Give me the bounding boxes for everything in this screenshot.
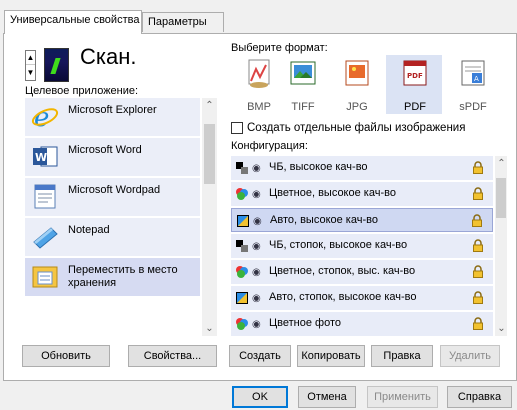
- ok-button[interactable]: OK: [232, 386, 288, 408]
- scan-spinner[interactable]: ▲ ▼: [25, 50, 36, 81]
- separate-files-label: Создать отдельные файлы изображения: [247, 122, 466, 134]
- eye-icon: ◉: [252, 267, 261, 278]
- copy-button[interactable]: Копировать: [297, 345, 365, 367]
- eye-icon: ◉: [252, 319, 261, 330]
- delete-button[interactable]: Удалить: [440, 345, 500, 367]
- bw-icon: [236, 162, 248, 174]
- config-item[interactable]: ◉ Цветное, стопок, выс. кач-во: [231, 260, 493, 284]
- eye-icon: ◉: [252, 163, 261, 174]
- apply-button[interactable]: Применить: [367, 386, 438, 408]
- scroll-down-icon[interactable]: ⌄: [494, 323, 509, 334]
- app-item-label: Microsoft Explorer: [68, 104, 157, 116]
- eye-icon: ◉: [252, 241, 261, 252]
- lock-icon: [473, 161, 483, 174]
- app-list-scrollbar[interactable]: ⌃ ⌄: [202, 98, 217, 336]
- config-item-label: ЧБ, стопок, высокое кач-во: [269, 239, 408, 251]
- app-list-scroll-thumb[interactable]: [204, 124, 215, 184]
- target-app-list[interactable]: e Microsoft Explorer W Microsoft Word Mi…: [25, 98, 217, 336]
- scroll-down-icon[interactable]: ⌄: [202, 323, 217, 334]
- svg-text:PDF: PDF: [407, 72, 423, 80]
- format-pdf-label: PDF: [404, 101, 426, 113]
- app-item-label: Переместить в место хранения: [68, 264, 178, 289]
- config-item-label: Цветное, высокое кач-во: [269, 187, 396, 199]
- color-icon: [236, 188, 248, 200]
- spdf-format-icon[interactable]: A: [456, 57, 490, 91]
- config-item[interactable]: ◉ Авто, высокое кач-во: [231, 208, 493, 232]
- scan-button-icon: [44, 48, 69, 82]
- scroll-up-icon[interactable]: ⌃: [494, 158, 509, 169]
- format-jpg-label: JPG: [346, 101, 368, 113]
- color-icon: [236, 318, 248, 330]
- app-item-word[interactable]: W Microsoft Word: [25, 138, 200, 176]
- config-item-label: Авто, стопок, высокое кач-во: [269, 291, 417, 303]
- spinner-up-arrow-icon[interactable]: ▲: [26, 51, 35, 65]
- config-item[interactable]: ◉ ЧБ, стопок, высокое кач-во: [231, 234, 493, 258]
- config-label: Конфигурация:: [231, 140, 308, 152]
- eye-icon: ◉: [252, 293, 261, 304]
- tab-universal-properties[interactable]: Универсальные свойства: [4, 10, 142, 34]
- app-item-notepad[interactable]: Notepad: [25, 218, 200, 256]
- lock-icon: [473, 317, 483, 330]
- color-icon: [236, 266, 248, 278]
- format-spdf-label: sPDF: [459, 101, 487, 113]
- svg-text:W: W: [35, 151, 47, 164]
- format-label: Выберите формат:: [231, 42, 328, 54]
- scroll-up-icon[interactable]: ⌃: [202, 100, 217, 111]
- config-item-label: Цветное фото: [269, 317, 341, 329]
- app-item-label: Microsoft Word: [68, 144, 142, 156]
- app-item-explorer[interactable]: e Microsoft Explorer: [25, 98, 200, 136]
- help-button[interactable]: Справка: [447, 386, 512, 408]
- lock-icon: [473, 291, 483, 304]
- notepad-icon: [33, 227, 58, 249]
- properties-button[interactable]: Свойства...: [128, 345, 217, 367]
- eye-icon: ◉: [252, 189, 261, 200]
- config-item[interactable]: ◉ Авто, стопок, высокое кач-во: [231, 286, 493, 310]
- config-item-label: ЧБ, высокое кач-во: [269, 161, 368, 173]
- auto-icon: [237, 215, 249, 227]
- internet-explorer-icon: e: [31, 103, 59, 130]
- format-tiff-label: TIFF: [291, 101, 315, 113]
- tiff-format-icon[interactable]: [286, 57, 320, 91]
- lock-icon: [473, 265, 483, 278]
- config-item-label: Цветное, стопок, выс. кач-во: [269, 265, 416, 277]
- config-list-scroll-thumb[interactable]: [496, 178, 506, 218]
- spinner-down-arrow-icon[interactable]: ▼: [26, 66, 35, 80]
- tab-parameters[interactable]: Параметры: [142, 12, 224, 32]
- lock-icon: [472, 214, 482, 227]
- cancel-button[interactable]: Отмена: [298, 386, 356, 408]
- scan-name: Скан.: [80, 44, 137, 69]
- bmp-format-icon[interactable]: [242, 57, 276, 91]
- separate-files-checkbox[interactable]: [231, 122, 243, 134]
- svg-text:A: A: [474, 75, 479, 83]
- word-icon: W: [33, 146, 58, 167]
- app-item-label: Microsoft Wordpad: [68, 184, 161, 196]
- config-item[interactable]: ◉ ЧБ, высокое кач-во: [231, 156, 493, 180]
- lock-icon: [473, 187, 483, 200]
- config-list-scrollbar[interactable]: ⌃ ⌄: [495, 156, 507, 336]
- bw-icon: [236, 240, 248, 252]
- refresh-button[interactable]: Обновить: [22, 345, 110, 367]
- app-item-wordpad[interactable]: Microsoft Wordpad: [25, 178, 200, 216]
- eye-icon: ◉: [253, 216, 262, 227]
- config-item[interactable]: ◉ Цветное, высокое кач-во: [231, 182, 493, 206]
- app-item-label: Notepad: [68, 224, 110, 236]
- auto-icon: [236, 292, 248, 304]
- config-item[interactable]: ◉ Цветное фото: [231, 312, 493, 336]
- format-bmp-label: BMP: [247, 101, 271, 113]
- target-app-label: Целевое приложение:: [25, 85, 139, 97]
- create-button[interactable]: Создать: [229, 345, 291, 367]
- wordpad-icon: [34, 184, 56, 209]
- pdf-format-icon[interactable]: PDF: [398, 57, 432, 91]
- config-list[interactable]: ◉ ЧБ, высокое кач-во ◉ Цветное, высокое …: [231, 156, 507, 336]
- jpg-format-icon[interactable]: [340, 57, 374, 91]
- lock-icon: [473, 239, 483, 252]
- storage-folder-icon: [32, 266, 58, 288]
- edit-button[interactable]: Правка: [371, 345, 433, 367]
- config-item-label: Авто, высокое кач-во: [270, 214, 378, 226]
- app-item-move-to-storage[interactable]: Переместить в место хранения: [25, 258, 200, 296]
